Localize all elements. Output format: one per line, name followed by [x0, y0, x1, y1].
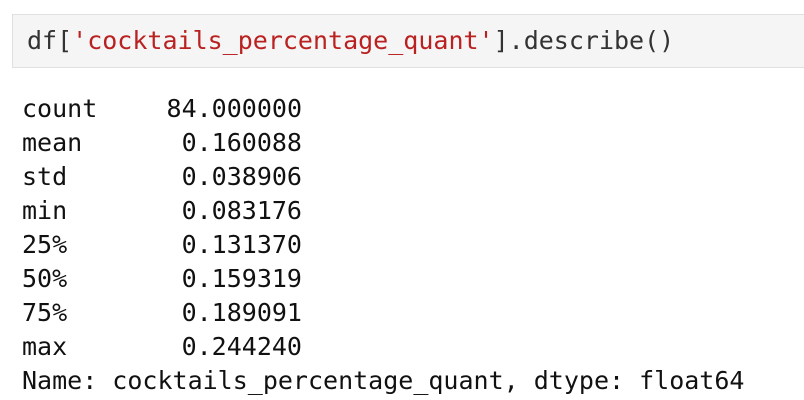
stat-label: count [22, 94, 98, 123]
stat-row-50-percent: 50% 0.159319 [22, 262, 744, 296]
code-suffix: ].describe() [493, 26, 675, 55]
stat-value: 0.083176 [181, 196, 302, 225]
stat-value: 0.160088 [181, 128, 302, 157]
stat-value: 0.189091 [181, 298, 302, 327]
stat-row-75-percent: 75% 0.189091 [22, 296, 744, 330]
stat-value: 0.244240 [181, 332, 302, 361]
stat-row-max: max 0.244240 [22, 330, 744, 364]
stat-label: 50% [22, 264, 68, 293]
stat-label: mean [22, 128, 83, 157]
stat-label: 75% [22, 298, 68, 327]
stat-row-min: min 0.083176 [22, 194, 744, 228]
describe-output: count 84.000000 mean 0.160088 std 0.0389… [22, 92, 744, 398]
stat-row-25-percent: 25% 0.131370 [22, 228, 744, 262]
code-line[interactable]: df['cocktails_percentage_quant'].describ… [27, 26, 674, 56]
stat-value: 0.038906 [181, 162, 302, 191]
stat-label: min [22, 196, 68, 225]
code-input-cell[interactable]: df['cocktails_percentage_quant'].describ… [12, 14, 804, 68]
stat-label: 25% [22, 230, 68, 259]
stat-value: 0.159319 [181, 264, 302, 293]
stat-row-count: count 84.000000 [22, 92, 744, 126]
series-footer: Name: cocktails_percentage_quant, dtype:… [22, 366, 745, 395]
code-string-literal: 'cocktails_percentage_quant' [72, 26, 494, 55]
code-prefix: df[ [27, 26, 73, 55]
stat-label: max [22, 332, 68, 361]
stat-row-std: std 0.038906 [22, 160, 744, 194]
stat-label: std [22, 162, 68, 191]
stat-value: 0.131370 [181, 230, 302, 259]
stat-value: 84.000000 [166, 94, 302, 123]
stat-row-mean: mean 0.160088 [22, 126, 744, 160]
